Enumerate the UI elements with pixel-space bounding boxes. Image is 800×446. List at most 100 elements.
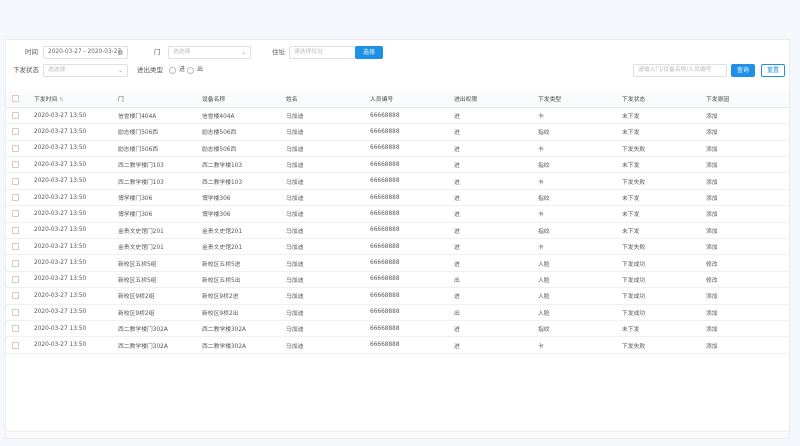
cell-status: 未下发	[616, 205, 700, 223]
table-row[interactable]: 2020-03-27 13:50 新校区五桥5组 新校区五桥5进 马加迪 6666888…	[6, 254, 789, 272]
row-checkbox-cell[interactable]	[6, 189, 28, 207]
cell-person-id: 66668888	[364, 254, 448, 272]
radio-in-label: 进	[179, 66, 186, 73]
table-row[interactable]: 2020-03-27 13:50 博学楼门306 博学楼306 马加迪 66668888…	[6, 205, 789, 223]
table-row[interactable]: 2020-03-27 13:50 信誉楼门404A 信誉楼404A 马加迪 666688…	[6, 107, 789, 125]
row-checkbox[interactable]	[12, 275, 19, 283]
search-placeholder: 请输入门/设备名称/人员编号	[638, 67, 712, 73]
cell-person-id: 66668888	[364, 222, 448, 240]
cell-device: 金贵文史馆201	[196, 238, 280, 256]
row-checkbox[interactable]	[12, 210, 19, 218]
cell-time: 2020-03-27 13:50	[28, 205, 112, 223]
cell-status: 未下发	[616, 156, 700, 174]
search-input[interactable]: 请输入门/设备名称/人员编号	[633, 64, 727, 77]
row-checkbox-cell[interactable]	[6, 172, 28, 190]
table-row[interactable]: 2020-03-27 13:50 西二教学楼门302A 西二教学楼302A 马加迪 66…	[6, 336, 789, 354]
row-checkbox-cell[interactable]	[6, 107, 28, 125]
reset-button[interactable]: 重置	[761, 64, 785, 77]
row-checkbox-cell[interactable]	[6, 320, 28, 338]
row-checkbox-cell[interactable]	[6, 222, 28, 240]
cell-reason: 添加	[700, 156, 789, 174]
row-checkbox[interactable]	[12, 226, 19, 234]
address-input[interactable]: 请选择住址	[289, 46, 356, 59]
cell-device: 金贵文史馆201	[196, 222, 280, 240]
table-row[interactable]: 2020-03-27 13:50 新校区9桥2组 新校区9桥2出 马加迪 6666888…	[6, 304, 789, 321]
select-all-checkbox[interactable]	[12, 95, 19, 103]
row-checkbox[interactable]	[12, 243, 19, 251]
row-checkbox[interactable]	[12, 292, 19, 300]
select-button[interactable]: 选择	[355, 46, 383, 59]
row-checkbox[interactable]	[12, 112, 19, 120]
cell-type: 卡	[532, 238, 616, 256]
cell-door: 博学楼门306	[112, 205, 196, 223]
cell-time: 2020-03-27 13:50	[28, 238, 112, 256]
row-checkbox-cell[interactable]	[6, 287, 28, 305]
cell-access: 进	[448, 123, 532, 141]
cell-reason: 添加	[700, 205, 789, 223]
query-button[interactable]: 查询	[731, 64, 755, 77]
radio-out[interactable]: 出	[187, 64, 203, 76]
row-checkbox[interactable]	[12, 144, 19, 152]
row-checkbox-cell[interactable]	[6, 336, 28, 354]
row-checkbox[interactable]	[12, 308, 19, 316]
table-row[interactable]: 2020-03-27 13:50 金贵文史馆门201 金贵文史馆201 马加迪 6666…	[6, 238, 789, 256]
radio-in[interactable]: 进	[169, 64, 185, 76]
table-row[interactable]: 2020-03-27 13:50 博学楼门306 博学楼306 马加迪 66668888…	[6, 189, 789, 207]
row-checkbox[interactable]	[12, 128, 19, 136]
table-row[interactable]: 2020-03-27 13:50 西二教学楼门103 西二教学楼103 马加迪 6666…	[6, 156, 789, 174]
table-row[interactable]: 2020-03-27 13:50 西二教学楼门103 西二教学楼103 马加迪 6666…	[6, 172, 789, 190]
cell-status: 未下发	[616, 189, 700, 207]
cell-reason: 添加	[700, 172, 789, 190]
cell-type: 人脸	[532, 304, 616, 321]
row-checkbox-cell[interactable]	[6, 271, 28, 289]
address-placeholder: 请选择住址	[294, 49, 323, 55]
cell-type: 指纹	[532, 156, 616, 174]
date-range-input[interactable]: 2020-03-27 - 2020-03-27 ▦	[43, 46, 128, 59]
cell-status: 未下发	[616, 320, 700, 338]
row-checkbox[interactable]	[12, 177, 19, 185]
row-checkbox[interactable]	[12, 194, 19, 202]
cell-status: 下发失败	[616, 336, 700, 354]
row-checkbox-cell[interactable]	[6, 254, 28, 272]
row-checkbox[interactable]	[12, 341, 19, 349]
status-placeholder: 选选择	[48, 67, 66, 73]
door-select[interactable]: 选选择 ⌄	[168, 46, 251, 59]
row-checkbox-cell[interactable]	[6, 304, 28, 321]
table-row[interactable]: 2020-03-27 13:50 新校区五桥5组 新校区五桥5出 马加迪 6666888…	[6, 271, 789, 289]
table-row[interactable]: 2020-03-27 13:50 励志楼门506西 励志楼506西 马加迪 666688…	[6, 140, 789, 158]
table-row[interactable]: 2020-03-27 13:50 励志楼门506西 励志楼506西 马加迪 666688…	[6, 123, 789, 141]
horizontal-scrollbar[interactable]	[6, 431, 789, 438]
cell-person-id: 66668888	[364, 107, 448, 125]
cell-status: 未下发	[616, 222, 700, 240]
table-row[interactable]: 2020-03-27 13:50 西二教学楼门302A 西二教学楼302A 马加迪 66…	[6, 320, 789, 338]
cell-time: 2020-03-27 13:50	[28, 222, 112, 240]
cell-door: 西二教学楼门302A	[112, 320, 196, 338]
status-select[interactable]: 选选择 ⌄	[43, 64, 128, 77]
cell-time: 2020-03-27 13:50	[28, 172, 112, 190]
row-checkbox[interactable]	[12, 259, 19, 267]
row-checkbox-cell[interactable]	[6, 238, 28, 256]
cell-access: 进	[448, 156, 532, 174]
row-checkbox-cell[interactable]	[6, 123, 28, 141]
cell-reason: 添加	[700, 140, 789, 158]
row-checkbox-cell[interactable]	[6, 205, 28, 223]
select-all-cell[interactable]	[6, 91, 28, 108]
col-header-status: 下发状态	[616, 91, 700, 108]
cell-access: 进	[448, 254, 532, 272]
cell-status: 下发成功	[616, 287, 700, 305]
col-header-time[interactable]: 下发时间 ⇅	[28, 91, 112, 108]
cell-reason: 修改	[700, 254, 789, 272]
cell-name: 马加迪	[280, 238, 364, 256]
table-row[interactable]: 2020-03-27 13:50 新校区9桥2组 新校区9桥2进 马加迪 6666888…	[6, 287, 789, 305]
cell-type: 人脸	[532, 287, 616, 305]
row-checkbox-cell[interactable]	[6, 140, 28, 158]
cell-door: 金贵文史馆门201	[112, 222, 196, 240]
cell-access: 进	[448, 172, 532, 190]
sort-icon[interactable]: ⇅	[59, 97, 63, 103]
row-checkbox-cell[interactable]	[6, 156, 28, 174]
cell-status: 下发成功	[616, 254, 700, 272]
table-row[interactable]: 2020-03-27 13:50 金贵文史馆门201 金贵文史馆201 马加迪 6666…	[6, 222, 789, 240]
cell-name: 马加迪	[280, 304, 364, 321]
row-checkbox[interactable]	[12, 161, 19, 169]
row-checkbox[interactable]	[12, 325, 19, 333]
